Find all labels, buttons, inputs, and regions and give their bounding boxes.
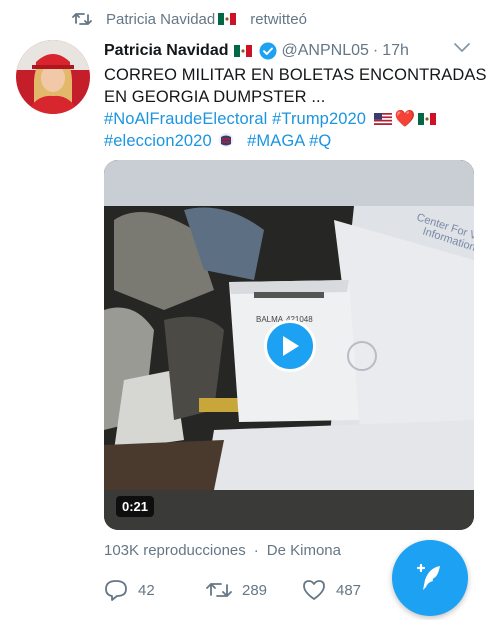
retweeter-name[interactable]: Patricia Navidad — [106, 11, 215, 28]
hashtag-link[interactable]: #NoAlFraudeElectoral — [104, 110, 267, 128]
tweet-actions: 42 289 487 — [104, 576, 361, 604]
hashtag-link[interactable]: #Q — [309, 132, 331, 150]
author-name[interactable]: Patricia Navidad — [104, 42, 229, 60]
video-source[interactable]: De Kimona — [267, 542, 341, 559]
verified-badge-icon — [259, 42, 276, 60]
hashtag-link[interactable]: #MAGA — [247, 132, 304, 150]
retweet-suffix: retwitteó — [250, 10, 307, 28]
retweet-button[interactable]: 289 — [206, 580, 302, 600]
avatar[interactable] — [16, 40, 90, 114]
author-handle[interactable]: @ANPNL05 — [282, 42, 369, 60]
usa-flag-icon — [373, 113, 392, 125]
avatar-image — [16, 40, 90, 114]
tweet-text-line: CORREO MILITAR EN BOLETAS ENCONTRADAS — [104, 66, 487, 84]
mexico-flag-icon — [418, 113, 437, 125]
hashtag-line: #eleccion2020 #MAGA #Q — [104, 130, 474, 152]
tweet-text-line: EN GEORGIA DUMPSTER ... — [104, 88, 326, 106]
video-player[interactable]: Center For Vo Information BALMA 421048 0… — [104, 160, 474, 530]
tweet-header: Patricia Navidad @ANPNL05 · 17h — [104, 40, 477, 62]
compose-feather-icon — [416, 563, 440, 590]
header-separator: · — [372, 42, 379, 59]
hashtag-link[interactable]: #Trump2020 — [272, 110, 366, 128]
like-count: 487 — [336, 581, 362, 599]
heart-icon — [303, 580, 325, 600]
tweet-time[interactable]: 17h — [382, 42, 409, 60]
reply-button[interactable]: 42 — [104, 579, 206, 601]
video-duration: 0:21 — [116, 496, 155, 517]
stats-separator: · — [253, 542, 259, 559]
video-stats: 103K reproducciones · De Kimona — [104, 542, 341, 559]
hashtag-link[interactable]: #eleccion2020 — [104, 132, 212, 150]
view-count: 103K reproducciones — [104, 542, 246, 559]
hashtag-line: #NoAlFraudeElectoral #Trump2020 ❤️ — [104, 108, 474, 130]
ballot-box-icon — [219, 133, 234, 147]
retweet-icon — [72, 13, 92, 25]
retweet-icon — [206, 583, 232, 597]
mexico-flag-icon — [218, 13, 237, 25]
like-button[interactable]: 487 — [302, 579, 361, 601]
retweet-header: Patricia Navidad retwitteó — [72, 8, 307, 30]
play-icon — [283, 336, 299, 356]
mexico-flag-icon — [233, 45, 252, 57]
heart-emoji: ❤️ — [394, 110, 416, 128]
tweet-text: CORREO MILITAR EN BOLETAS ENCONTRADAS EN… — [104, 64, 487, 152]
reply-count: 42 — [138, 581, 155, 599]
play-button[interactable] — [264, 320, 316, 372]
reply-icon — [105, 580, 127, 601]
chevron-down-icon[interactable] — [453, 42, 471, 54]
retweet-count: 289 — [242, 581, 268, 599]
compose-tweet-button[interactable] — [392, 540, 468, 616]
